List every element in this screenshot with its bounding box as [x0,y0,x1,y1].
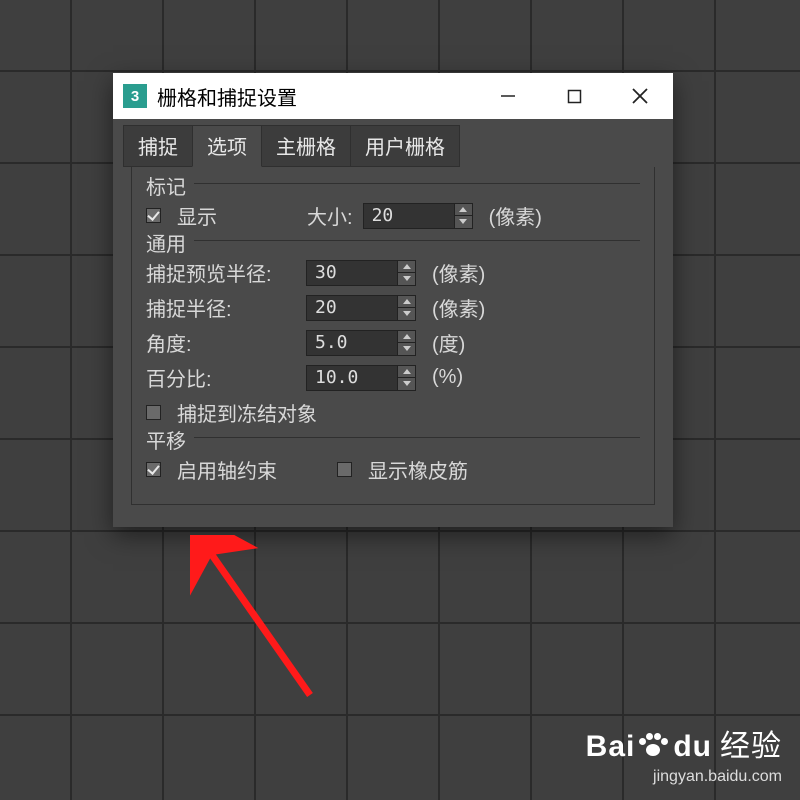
percent-unit: (%) [432,366,463,389]
watermark-text-2: du [673,729,712,765]
app-icon: 3 [123,84,147,108]
angle-label: 角度: [146,328,296,357]
watermark: Bai du 经验 jingyan.baidu.com [586,729,782,786]
watermark-url: jingyan.baidu.com [586,767,782,786]
axis-constraint-label: 启用轴约束 [177,455,277,484]
general-title: 通用 [146,228,194,257]
snap-frozen-checkbox[interactable] [146,405,161,420]
rubber-band-label: 显示橡皮筋 [368,455,468,484]
translate-title: 平移 [146,425,194,454]
dialog-body: 捕捉 选项 主栅格 用户栅格 标记 显示 大小: 20 [113,119,673,527]
rubber-band-checkbox[interactable] [337,462,352,477]
watermark-text-1: Bai [586,729,636,765]
general-section: 通用 捕捉预览半径: 30 (像素) 捕捉半径: 20 (像 [146,238,640,427]
tab-bar: 捕捉 选项 主栅格 用户栅格 [113,119,673,167]
watermark-tag: 经验 [720,729,782,765]
tab-options[interactable]: 选项 [192,125,262,167]
show-checkbox[interactable] [146,208,161,223]
paw-icon [639,732,667,756]
axis-constraint-checkbox[interactable] [146,462,161,477]
maximize-button[interactable] [541,73,607,119]
preview-radius-label: 捕捉预览半径: [146,258,296,287]
size-unit: (像素) [489,201,542,230]
preview-radius-spinner[interactable]: 30 [306,260,416,286]
titlebar[interactable]: 3 栅格和捕捉设置 [113,73,673,119]
grid-snap-settings-dialog: 3 栅格和捕捉设置 捕捉 选项 主栅格 用户栅格 标记 [113,73,673,527]
preview-radius-unit: (像素) [432,258,485,287]
size-label: 大小: [307,201,353,230]
options-panel: 标记 显示 大小: 20 (像素) 通用 [131,167,655,505]
preview-radius-value[interactable]: 30 [306,260,398,286]
snap-radius-value[interactable]: 20 [306,295,398,321]
angle-unit: (度) [432,328,465,357]
tab-user-grid[interactable]: 用户栅格 [350,125,460,167]
marker-section: 标记 显示 大小: 20 (像素) [146,181,640,230]
minimize-button[interactable] [475,73,541,119]
percent-value[interactable]: 10.0 [306,365,398,391]
window-title: 栅格和捕捉设置 [157,82,297,111]
percent-label: 百分比: [146,363,296,392]
tab-snap[interactable]: 捕捉 [123,125,193,167]
percent-spinner[interactable]: 10.0 [306,365,416,391]
minimize-icon [500,88,516,104]
size-spinner[interactable]: 20 [363,203,473,229]
angle-spinner[interactable]: 5.0 [306,330,416,356]
snap-radius-unit: (像素) [432,293,485,322]
angle-value[interactable]: 5.0 [306,330,398,356]
close-button[interactable] [607,73,673,119]
translate-section: 平移 启用轴约束 显示橡皮筋 [146,435,640,484]
show-label: 显示 [177,201,247,230]
spinner-arrows[interactable] [455,203,473,229]
marker-title: 标记 [146,171,194,200]
snap-radius-label: 捕捉半径: [146,293,296,322]
snap-radius-spinner[interactable]: 20 [306,295,416,321]
tab-home-grid[interactable]: 主栅格 [261,125,351,167]
maximize-icon [567,89,582,104]
close-icon [631,87,649,105]
size-value[interactable]: 20 [363,203,455,229]
snap-frozen-label: 捕捉到冻结对象 [177,398,317,427]
